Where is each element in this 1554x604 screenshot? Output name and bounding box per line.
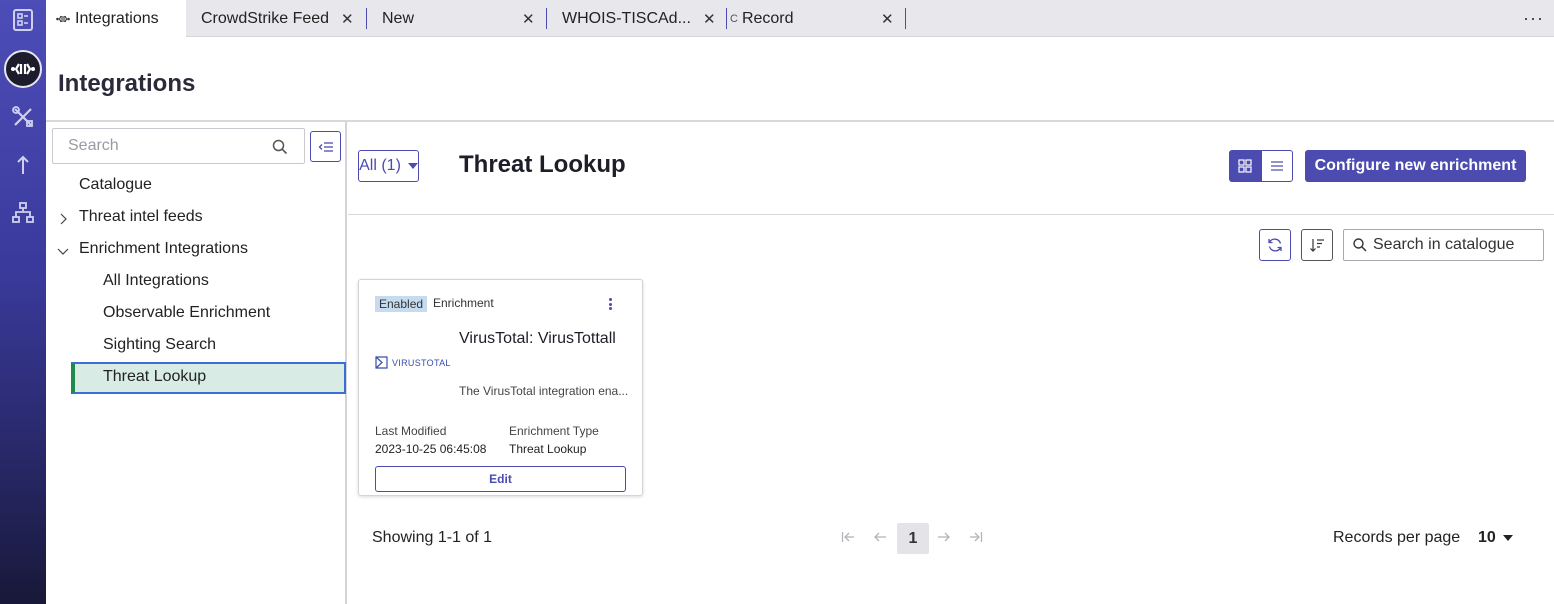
tab-label: Integrations (75, 10, 159, 27)
more-options-icon[interactable]: ··· (1523, 8, 1544, 29)
refresh-button[interactable] (1259, 229, 1291, 261)
tree-item-threat-lookup[interactable]: Threat Lookup (71, 362, 346, 394)
tab-prefix: C (730, 12, 738, 25)
close-icon[interactable]: ✕ (881, 10, 894, 28)
card-title: VirusTotal: VirusTottall (459, 330, 616, 347)
tab-label: CrowdStrike Feed (201, 9, 330, 27)
tab-record[interactable]: C Record ✕ (730, 0, 905, 37)
integrations-icon (56, 15, 70, 23)
tab-new[interactable]: New ✕ (382, 0, 547, 37)
chevron-right-icon[interactable] (57, 212, 69, 225)
search-icon[interactable] (272, 139, 288, 160)
tree-item-threat-intel-feeds[interactable]: Threat intel feeds (79, 206, 203, 228)
tree-item-enrichment-integrations[interactable]: Enrichment Integrations (79, 238, 248, 260)
list-view-button[interactable] (1261, 150, 1293, 182)
tree-item-observable-enrichment[interactable]: Observable Enrichment (103, 302, 270, 324)
records-per-page-select[interactable]: 10 (1478, 529, 1513, 547)
search-icon (1353, 238, 1367, 257)
close-icon[interactable]: ✕ (341, 10, 354, 28)
hierarchy-icon[interactable] (11, 201, 35, 225)
section-title: Threat Lookup (459, 151, 626, 178)
sort-button[interactable] (1301, 229, 1333, 261)
tab-label: WHOIS-TISCAd... (562, 9, 691, 27)
tree-item-label: Threat Lookup (103, 368, 207, 385)
virustotal-logo: VIRUSTOTAL (375, 356, 451, 369)
previous-page-icon[interactable] (873, 530, 887, 549)
left-panel: Catalogue Threat intel feeds Enrichment … (47, 122, 347, 604)
tools-icon[interactable] (11, 105, 35, 129)
next-page-icon[interactable] (937, 530, 951, 549)
main-divider (348, 214, 1554, 215)
enrichment-type-value: Threat Lookup (509, 442, 587, 456)
enrichment-type-label: Enrichment Type (509, 424, 599, 438)
grid-icon (1238, 159, 1252, 173)
catalogue-search (1343, 229, 1544, 261)
refresh-icon (1267, 237, 1283, 253)
panel-search (52, 128, 305, 164)
last-modified-value: 2023-10-25 06:45:08 (375, 442, 487, 456)
tab-separator (905, 8, 906, 29)
tab-separator (366, 8, 367, 29)
card-type: Enrichment (433, 296, 494, 310)
filter-dropdown[interactable]: All (1) (358, 150, 419, 182)
collapse-panel-button[interactable] (310, 131, 341, 162)
status-badge: Enabled (375, 296, 428, 312)
catalogue-search-input[interactable] (1373, 230, 1538, 260)
edit-button[interactable]: Edit (375, 466, 626, 492)
list-icon (1271, 161, 1283, 171)
current-page[interactable]: 1 (897, 523, 929, 554)
tab-separator (726, 8, 727, 29)
tree-item-sighting-search[interactable]: Sighting Search (103, 334, 216, 356)
tab-integrations[interactable]: Integrations (46, 0, 186, 38)
page-title: Integrations (58, 70, 196, 97)
kebab-menu-icon[interactable] (603, 296, 617, 312)
card-description: The VirusTotal integration ena... (459, 384, 629, 398)
filter-label: All (1) (359, 157, 401, 174)
tab-label: New (382, 9, 415, 27)
integration-card[interactable]: Enabled Enrichment VirusTotal: VirusTott… (358, 279, 643, 496)
search-input[interactable] (53, 129, 253, 163)
tab-bar: Integrations CrowdStrike Feed ✕ New ✕ WH… (46, 0, 1554, 38)
grid-view-button[interactable] (1229, 150, 1261, 182)
showing-count: Showing 1-1 of 1 (372, 529, 493, 546)
configure-new-enrichment-button[interactable]: Configure new enrichment (1305, 150, 1526, 182)
records-per-page-value: 10 (1478, 529, 1496, 546)
close-icon[interactable]: ✕ (522, 10, 535, 28)
caret-down-icon (407, 163, 418, 169)
caret-down-icon (1502, 535, 1513, 541)
integrations-logo-icon[interactable] (4, 50, 42, 88)
nav-rail (0, 0, 46, 604)
tab-whois[interactable]: WHOIS-TISCAd... ✕ (562, 0, 727, 37)
tab-separator (546, 8, 547, 29)
chevron-down-icon[interactable] (57, 244, 69, 256)
sort-icon (1309, 237, 1325, 253)
dashboard-icon[interactable] (11, 8, 35, 32)
tree-item-all-integrations[interactable]: All Integrations (103, 270, 209, 292)
close-icon[interactable]: ✕ (703, 10, 716, 28)
tab-crowdstrike-feed[interactable]: CrowdStrike Feed ✕ (201, 0, 366, 37)
last-modified-label: Last Modified (375, 424, 447, 438)
first-page-icon[interactable] (841, 530, 855, 549)
collapse-list-icon (318, 141, 334, 153)
tree-item-catalogue[interactable]: Catalogue (79, 174, 152, 196)
records-per-page-label: Records per page (1333, 529, 1461, 546)
virustotal-icon (375, 356, 388, 369)
upload-icon[interactable] (11, 153, 35, 177)
tab-label: Record (741, 9, 794, 27)
last-page-icon[interactable] (969, 530, 983, 549)
